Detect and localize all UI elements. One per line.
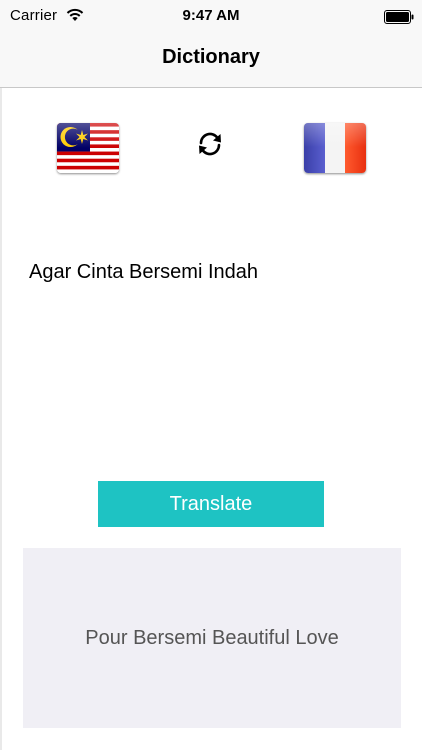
left-edge-divider xyxy=(0,88,2,750)
translation-result-text: Pour Bersemi Beautiful Love xyxy=(85,626,339,649)
malaysia-flag-icon xyxy=(57,123,119,173)
swap-arrows-icon xyxy=(199,132,221,156)
source-language-flag[interactable] xyxy=(57,123,119,173)
translate-button[interactable]: Translate xyxy=(98,481,324,527)
swap-languages-button[interactable] xyxy=(192,128,228,160)
status-time: 9:47 AM xyxy=(182,7,240,24)
source-text-input[interactable]: Agar Cinta Bersemi Indah xyxy=(22,250,400,450)
source-text-value: Agar Cinta Bersemi Indah xyxy=(29,261,259,283)
page-title: Dictionary xyxy=(162,46,260,68)
status-bar: Carrier 9:47 AM xyxy=(0,0,422,34)
translation-result-box: Pour Bersemi Beautiful Love xyxy=(23,548,401,728)
france-flag-icon xyxy=(304,123,366,173)
navigation-bar: Dictionary xyxy=(0,34,422,88)
battery-icon xyxy=(384,10,414,24)
target-language-flag[interactable] xyxy=(304,123,366,173)
